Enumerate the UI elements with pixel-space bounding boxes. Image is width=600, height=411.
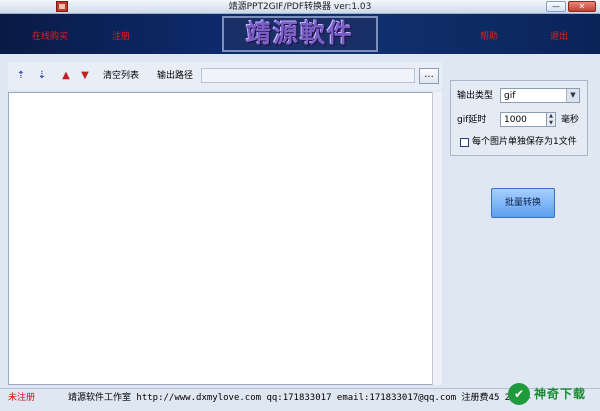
file-list-scrollbar[interactable] bbox=[432, 92, 442, 385]
move-up-icon[interactable]: ▲ bbox=[59, 70, 73, 82]
move-top-icon[interactable]: ⇡ bbox=[14, 70, 28, 82]
output-type-value: gif bbox=[504, 91, 516, 101]
file-list[interactable] bbox=[8, 92, 442, 385]
move-bottom-icon[interactable]: ⇣ bbox=[35, 70, 49, 82]
gif-delay-value: 1000 bbox=[504, 115, 527, 125]
buy-online-link[interactable]: 在线购买 bbox=[32, 31, 68, 43]
gif-delay-unit: 毫秒 bbox=[561, 115, 580, 125]
toolbar: ⇡ ⇣ ▲ ▼ 清空列表 输出路径 ... bbox=[8, 62, 442, 90]
register-link[interactable]: 注册 bbox=[112, 31, 130, 43]
banner: 在线购买 注册 靖源軟件 帮助 退出 bbox=[0, 14, 600, 54]
browse-button[interactable]: ... bbox=[419, 68, 439, 84]
chevron-down-icon[interactable]: ▼ bbox=[566, 89, 579, 102]
help-link[interactable]: 帮助 bbox=[480, 31, 498, 43]
clear-list-button[interactable]: 清空列表 bbox=[103, 70, 139, 82]
checkmark-icon: ✔ bbox=[508, 383, 530, 405]
gif-delay-label: gif延时 bbox=[457, 115, 487, 125]
output-path-input[interactable] bbox=[201, 68, 415, 83]
output-type-label: 输出类型 bbox=[457, 91, 494, 101]
status-info: 靖源软件工作室 http://www.dxmylove.com qq:17183… bbox=[68, 393, 532, 403]
close-button[interactable]: ✕ bbox=[568, 1, 596, 12]
move-down-icon[interactable]: ▼ bbox=[78, 70, 92, 82]
separate-files-checkbox[interactable] bbox=[460, 138, 469, 147]
window-title: 靖源PPT2GIF/PDF转换器 ver:1.03 bbox=[228, 2, 372, 12]
watermark-badge: ✔ 神奇下载 bbox=[508, 383, 594, 405]
minimize-button[interactable]: — bbox=[546, 1, 566, 12]
logo: 靖源軟件 bbox=[222, 16, 378, 52]
batch-convert-button[interactable]: 批量转换 bbox=[491, 188, 555, 218]
unregistered-status: 未注册 bbox=[8, 393, 36, 403]
gif-delay-stepper[interactable]: ▲ ▼ bbox=[546, 112, 556, 127]
output-path-label: 输出路径 bbox=[157, 71, 194, 81]
separate-files-label[interactable]: 每个图片单独保存为1文件 bbox=[472, 136, 577, 148]
exit-link[interactable]: 退出 bbox=[550, 31, 568, 43]
logo-text: 靖源軟件 bbox=[245, 19, 354, 48]
watermark-text: 神奇下载 bbox=[534, 387, 587, 401]
